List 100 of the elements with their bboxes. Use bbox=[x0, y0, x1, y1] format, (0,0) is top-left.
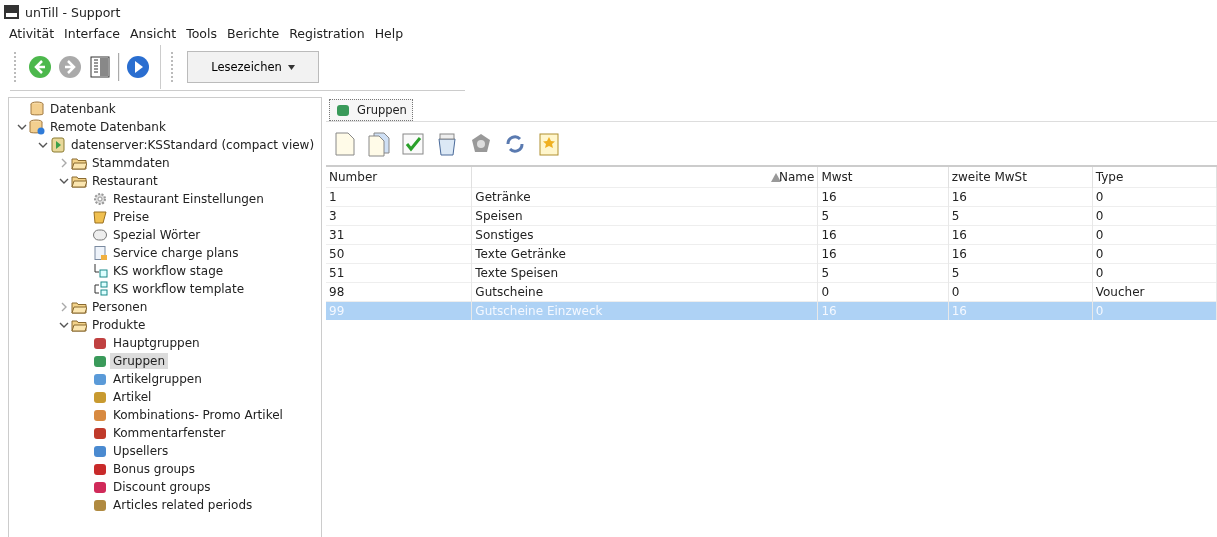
table-cell: 0 bbox=[1092, 263, 1217, 283]
tree-item[interactable]: Hauptgruppen bbox=[110, 335, 203, 351]
chevron-down-icon[interactable] bbox=[59, 320, 69, 330]
table-cell: 51 bbox=[326, 263, 472, 283]
folder-icon bbox=[71, 155, 87, 171]
menu-item[interactable]: Help bbox=[369, 23, 409, 43]
table-cell: 5 bbox=[817, 263, 949, 283]
product-icon bbox=[92, 335, 108, 351]
tree-item[interactable]: Remote Datenbank bbox=[47, 119, 169, 135]
tree-item[interactable]: Artikel bbox=[110, 389, 155, 405]
table-cell: Texte Getränke bbox=[471, 244, 818, 264]
tree-item[interactable]: Produkte bbox=[89, 317, 149, 333]
menu-item[interactable]: Tools bbox=[181, 23, 222, 43]
table-cell: 5 bbox=[817, 206, 949, 226]
toolbar-button[interactable] bbox=[28, 55, 52, 79]
document-icon bbox=[92, 245, 108, 261]
caret-icon bbox=[287, 64, 295, 70]
table-cell: 0 bbox=[1092, 301, 1217, 320]
column-header[interactable]: Name bbox=[471, 166, 818, 188]
table-cell: 0 bbox=[1092, 244, 1217, 264]
tree-item[interactable]: KS workflow template bbox=[110, 281, 248, 297]
table-cell: Sonstiges bbox=[471, 225, 818, 245]
table-cell: 1 bbox=[326, 187, 472, 207]
window-title: unTill - Support bbox=[25, 4, 121, 20]
bookmarks-dropdown[interactable]: Lesezeichen bbox=[187, 51, 319, 83]
tree-item[interactable]: Gruppen bbox=[110, 353, 169, 369]
tree-item[interactable]: Artikelgruppen bbox=[110, 371, 205, 387]
table-cell: Getränke bbox=[471, 187, 818, 207]
menu-item[interactable]: Registration bbox=[284, 23, 370, 43]
table-cell: Speisen bbox=[471, 206, 818, 226]
table-cell: 16 bbox=[948, 301, 1093, 320]
sort-ascending-icon bbox=[771, 172, 781, 182]
tree-item[interactable]: Articles related periods bbox=[110, 497, 256, 513]
new-document-icon[interactable] bbox=[332, 131, 358, 157]
table-cell: 3 bbox=[326, 206, 472, 226]
column-header[interactable]: Mwst bbox=[817, 166, 949, 188]
tree-item[interactable]: Restaurant Einstellungen bbox=[110, 191, 267, 207]
tree-item[interactable]: Kombinations- Promo Artikel bbox=[110, 407, 286, 423]
toolbar-button[interactable] bbox=[126, 55, 150, 79]
table-cell: 16 bbox=[817, 301, 949, 320]
tree-item[interactable]: Preise bbox=[110, 209, 153, 225]
chevron-down-icon[interactable] bbox=[38, 140, 48, 150]
checkbox-icon[interactable] bbox=[400, 131, 426, 157]
product-icon bbox=[92, 353, 108, 369]
table-cell: 5 bbox=[948, 206, 1093, 226]
play-icon bbox=[126, 55, 150, 79]
table-cell: 16 bbox=[817, 187, 949, 207]
folder-icon bbox=[71, 173, 87, 189]
tree-item[interactable]: Spezial Wörter bbox=[110, 227, 204, 243]
chevron-down-icon[interactable] bbox=[17, 122, 27, 132]
product-icon bbox=[335, 102, 351, 118]
app-logo-icon bbox=[4, 5, 19, 19]
gear-icon bbox=[92, 191, 108, 207]
table-cell: Gutscheine Einzweck bbox=[471, 301, 818, 320]
tree-item[interactable]: Bonus groups bbox=[110, 461, 198, 477]
tree-item[interactable]: Discount groups bbox=[110, 479, 214, 495]
table-cell: Texte Speisen bbox=[471, 263, 818, 283]
table-cell: 16 bbox=[948, 187, 1093, 207]
column-header[interactable]: Type bbox=[1092, 166, 1217, 188]
column-header[interactable]: zweite MwSt bbox=[948, 166, 1093, 188]
table-cell: 99 bbox=[326, 301, 472, 320]
menu-item[interactable]: Ansicht bbox=[125, 23, 182, 43]
product-icon bbox=[92, 407, 108, 423]
chevron-right-icon[interactable] bbox=[59, 302, 69, 312]
tree-item[interactable]: KS workflow stage bbox=[110, 263, 227, 279]
folder-icon bbox=[71, 299, 87, 315]
tree-item[interactable]: Upsellers bbox=[110, 443, 172, 459]
tree-item[interactable]: Stammdaten bbox=[89, 155, 173, 171]
tree-item[interactable]: Service charge plans bbox=[110, 245, 242, 261]
table-cell: 0 bbox=[1092, 206, 1217, 226]
chevron-right-icon[interactable] bbox=[59, 158, 69, 168]
table-cell: 16 bbox=[817, 225, 949, 245]
table-cell: 16 bbox=[948, 244, 1093, 264]
menu-item[interactable]: Interface bbox=[59, 23, 125, 43]
copy-document-icon[interactable] bbox=[366, 131, 392, 157]
table-cell: 16 bbox=[948, 225, 1093, 245]
product-icon bbox=[92, 497, 108, 513]
tree-item[interactable]: Kommentarfenster bbox=[110, 425, 229, 441]
product-icon bbox=[92, 461, 108, 477]
toolbar-button[interactable] bbox=[88, 55, 112, 79]
product-icon bbox=[92, 389, 108, 405]
database-play-icon bbox=[50, 137, 66, 153]
chevron-down-icon[interactable] bbox=[59, 176, 69, 186]
tree-item[interactable]: datenserver:KSStandard (compact view) bbox=[68, 137, 318, 153]
tree-item[interactable]: Datenbank bbox=[47, 101, 119, 117]
tree-item[interactable]: Restaurant bbox=[89, 173, 161, 189]
flow-diagram-icon bbox=[92, 281, 108, 297]
menu-item[interactable]: Ativität bbox=[4, 23, 60, 43]
database-globe-icon bbox=[29, 119, 45, 135]
flow-step-icon bbox=[92, 263, 108, 279]
product-icon bbox=[92, 371, 108, 387]
table-cell: 50 bbox=[326, 244, 472, 264]
menu-item[interactable]: Berichte bbox=[221, 23, 285, 43]
folder-icon bbox=[71, 317, 87, 333]
table-cell: 0 bbox=[1092, 187, 1217, 207]
column-header[interactable]: Number bbox=[326, 166, 472, 188]
tree-item[interactable]: Personen bbox=[89, 299, 151, 315]
database-icon bbox=[29, 101, 45, 117]
tab[interactable]: Gruppen bbox=[329, 99, 413, 121]
product-icon bbox=[92, 443, 108, 459]
